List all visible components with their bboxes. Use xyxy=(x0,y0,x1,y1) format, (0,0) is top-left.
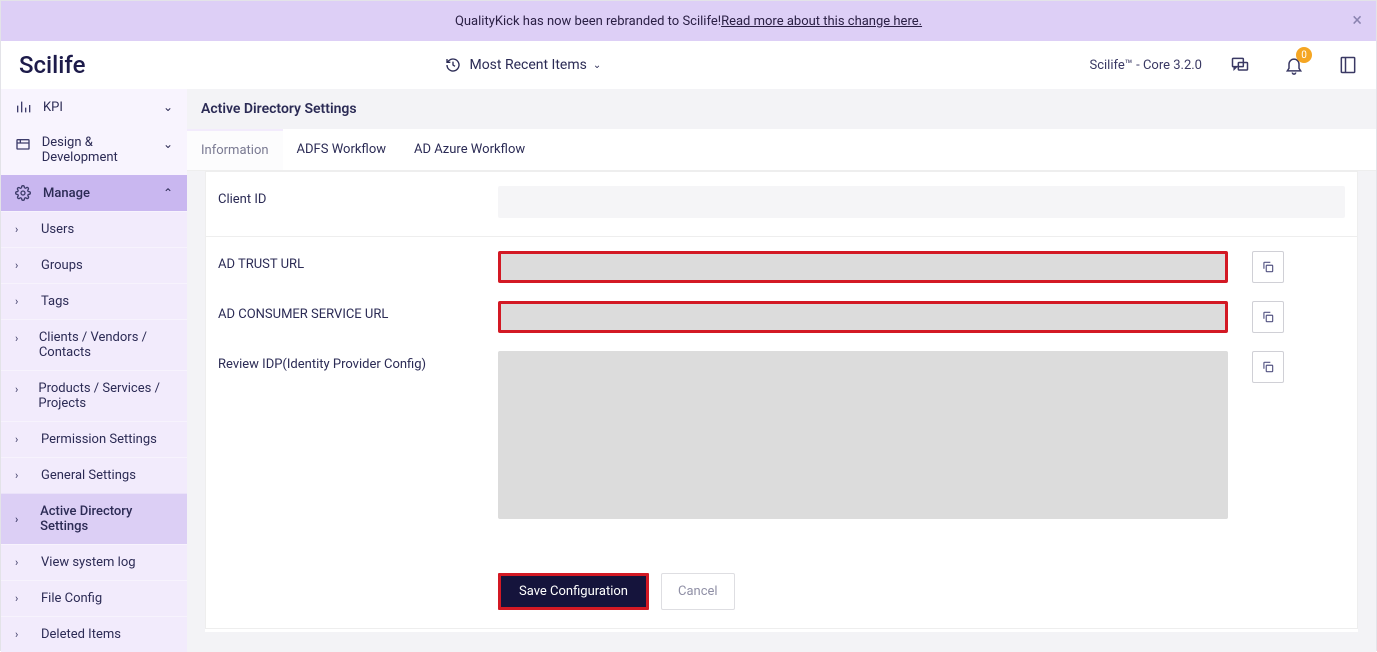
close-icon[interactable]: × xyxy=(1352,12,1362,30)
sidebar-item-clients[interactable]: › Clients / Vendors / Contacts xyxy=(1,319,187,370)
copy-trust-button[interactable] xyxy=(1252,251,1284,283)
rebrand-banner: QualityKick has now been rebranded to Sc… xyxy=(1,1,1376,41)
sidebar-item-label: Products / Services / Projects xyxy=(38,381,173,411)
chevron-down-icon: ⌄ xyxy=(163,100,173,114)
copy-consumer-button[interactable] xyxy=(1252,301,1284,333)
sidebar-item-label: Users xyxy=(41,222,74,237)
sidebar-item-active-directory[interactable]: › Active Directory Settings xyxy=(1,493,187,544)
client-id-input[interactable] xyxy=(498,186,1345,218)
sidebar-item-tags[interactable]: › Tags xyxy=(1,283,187,319)
sidebar-item-label: Deleted Items xyxy=(41,627,121,642)
app-header: Scilife Most Recent Items ⌄ Scilife™ - C… xyxy=(1,41,1376,89)
sidebar-item-products[interactable]: › Products / Services / Projects xyxy=(1,370,187,421)
chevron-right-icon: › xyxy=(15,383,24,396)
banner-link[interactable]: Read more about this change here. xyxy=(721,14,922,29)
kpi-icon xyxy=(15,99,33,115)
sidebar-item-label: General Settings xyxy=(41,468,136,483)
sidebar-section-design[interactable]: Design & Development ⌄ xyxy=(1,125,187,175)
sidebar-section-label: Manage xyxy=(43,186,90,201)
sidebar-section-label: Design & Development xyxy=(42,135,163,165)
tab-information[interactable]: Information xyxy=(187,129,283,170)
logo: Scilife xyxy=(19,51,85,79)
chevron-right-icon: › xyxy=(15,592,27,605)
review-idp-textarea[interactable] xyxy=(498,351,1228,519)
copy-icon xyxy=(1261,260,1275,274)
version-label: Scilife™ - Core 3.2.0 xyxy=(1090,58,1203,73)
copy-idp-button[interactable] xyxy=(1252,351,1284,383)
sidebar-item-label: File Config xyxy=(41,591,102,606)
save-button[interactable]: Save Configuration xyxy=(498,573,649,610)
sidebar-item-label: Permission Settings xyxy=(41,432,157,447)
sidebar-item-deleted[interactable]: › Deleted Items xyxy=(1,616,187,652)
review-idp-label: Review IDP(Identity Provider Config) xyxy=(218,351,498,372)
sidebar-item-label: Tags xyxy=(41,294,69,309)
chevron-up-icon: ⌃ xyxy=(163,186,173,200)
sidebar-item-label: Groups xyxy=(41,258,83,273)
chevron-right-icon: › xyxy=(15,223,27,236)
sidebar-item-systemlog[interactable]: › View system log xyxy=(1,544,187,580)
feedback-icon[interactable] xyxy=(1224,49,1256,81)
notifications-icon[interactable]: 0 xyxy=(1278,49,1310,81)
main-content: Active Directory Settings Information AD… xyxy=(187,89,1376,652)
chevron-down-icon: ⌄ xyxy=(593,60,601,71)
sidebar-section-kpi[interactable]: KPI ⌄ xyxy=(1,89,187,125)
page-title: Active Directory Settings xyxy=(187,89,1376,129)
ad-consumer-input[interactable] xyxy=(498,301,1228,333)
ad-consumer-label: AD CONSUMER SERVICE URL xyxy=(218,301,498,322)
chevron-right-icon: › xyxy=(15,332,25,345)
chevron-right-icon: › xyxy=(15,469,27,482)
sidebar-item-permission[interactable]: › Permission Settings xyxy=(1,421,187,457)
cancel-button[interactable]: Cancel xyxy=(661,573,735,610)
client-id-label: Client ID xyxy=(218,186,498,207)
chevron-right-icon: › xyxy=(15,556,27,569)
manage-icon xyxy=(15,185,33,201)
copy-icon xyxy=(1261,310,1275,324)
tab-adfs[interactable]: ADFS Workflow xyxy=(283,129,400,170)
recent-items-dropdown[interactable]: Most Recent Items ⌄ xyxy=(445,57,601,73)
ad-trust-input[interactable] xyxy=(498,251,1228,283)
sidebar-item-users[interactable]: › Users xyxy=(1,211,187,247)
sidebar: KPI ⌄ Design & Development ⌄ Manage ⌃ › U… xyxy=(1,89,187,652)
recent-items-label: Most Recent Items xyxy=(469,57,586,73)
help-icon[interactable] xyxy=(1332,49,1364,81)
ad-trust-label: AD TRUST URL xyxy=(218,251,498,272)
design-icon xyxy=(15,137,32,153)
copy-icon xyxy=(1261,360,1275,374)
sidebar-section-label: KPI xyxy=(43,100,63,115)
sidebar-item-label: Clients / Vendors / Contacts xyxy=(39,330,173,360)
sidebar-item-groups[interactable]: › Groups xyxy=(1,247,187,283)
sidebar-item-general[interactable]: › General Settings xyxy=(1,457,187,493)
history-icon xyxy=(445,57,461,73)
chevron-right-icon: › xyxy=(15,259,27,272)
chevron-right-icon: › xyxy=(15,295,27,308)
sidebar-item-label: Active Directory Settings xyxy=(40,504,173,534)
tab-bar: Information ADFS Workflow AD Azure Workf… xyxy=(187,129,1376,171)
chevron-down-icon: ⌄ xyxy=(163,137,173,151)
sidebar-section-manage[interactable]: Manage ⌃ xyxy=(1,175,187,211)
chevron-right-icon: › xyxy=(15,433,27,446)
chevron-right-icon: › xyxy=(15,628,27,641)
banner-text: QualityKick has now been rebranded to Sc… xyxy=(455,14,721,29)
tab-azure[interactable]: AD Azure Workflow xyxy=(400,129,539,170)
sidebar-item-fileconfig[interactable]: › File Config xyxy=(1,580,187,616)
sidebar-item-label: View system log xyxy=(41,555,136,570)
chevron-right-icon: › xyxy=(15,513,26,526)
notification-badge: 0 xyxy=(1296,47,1312,63)
